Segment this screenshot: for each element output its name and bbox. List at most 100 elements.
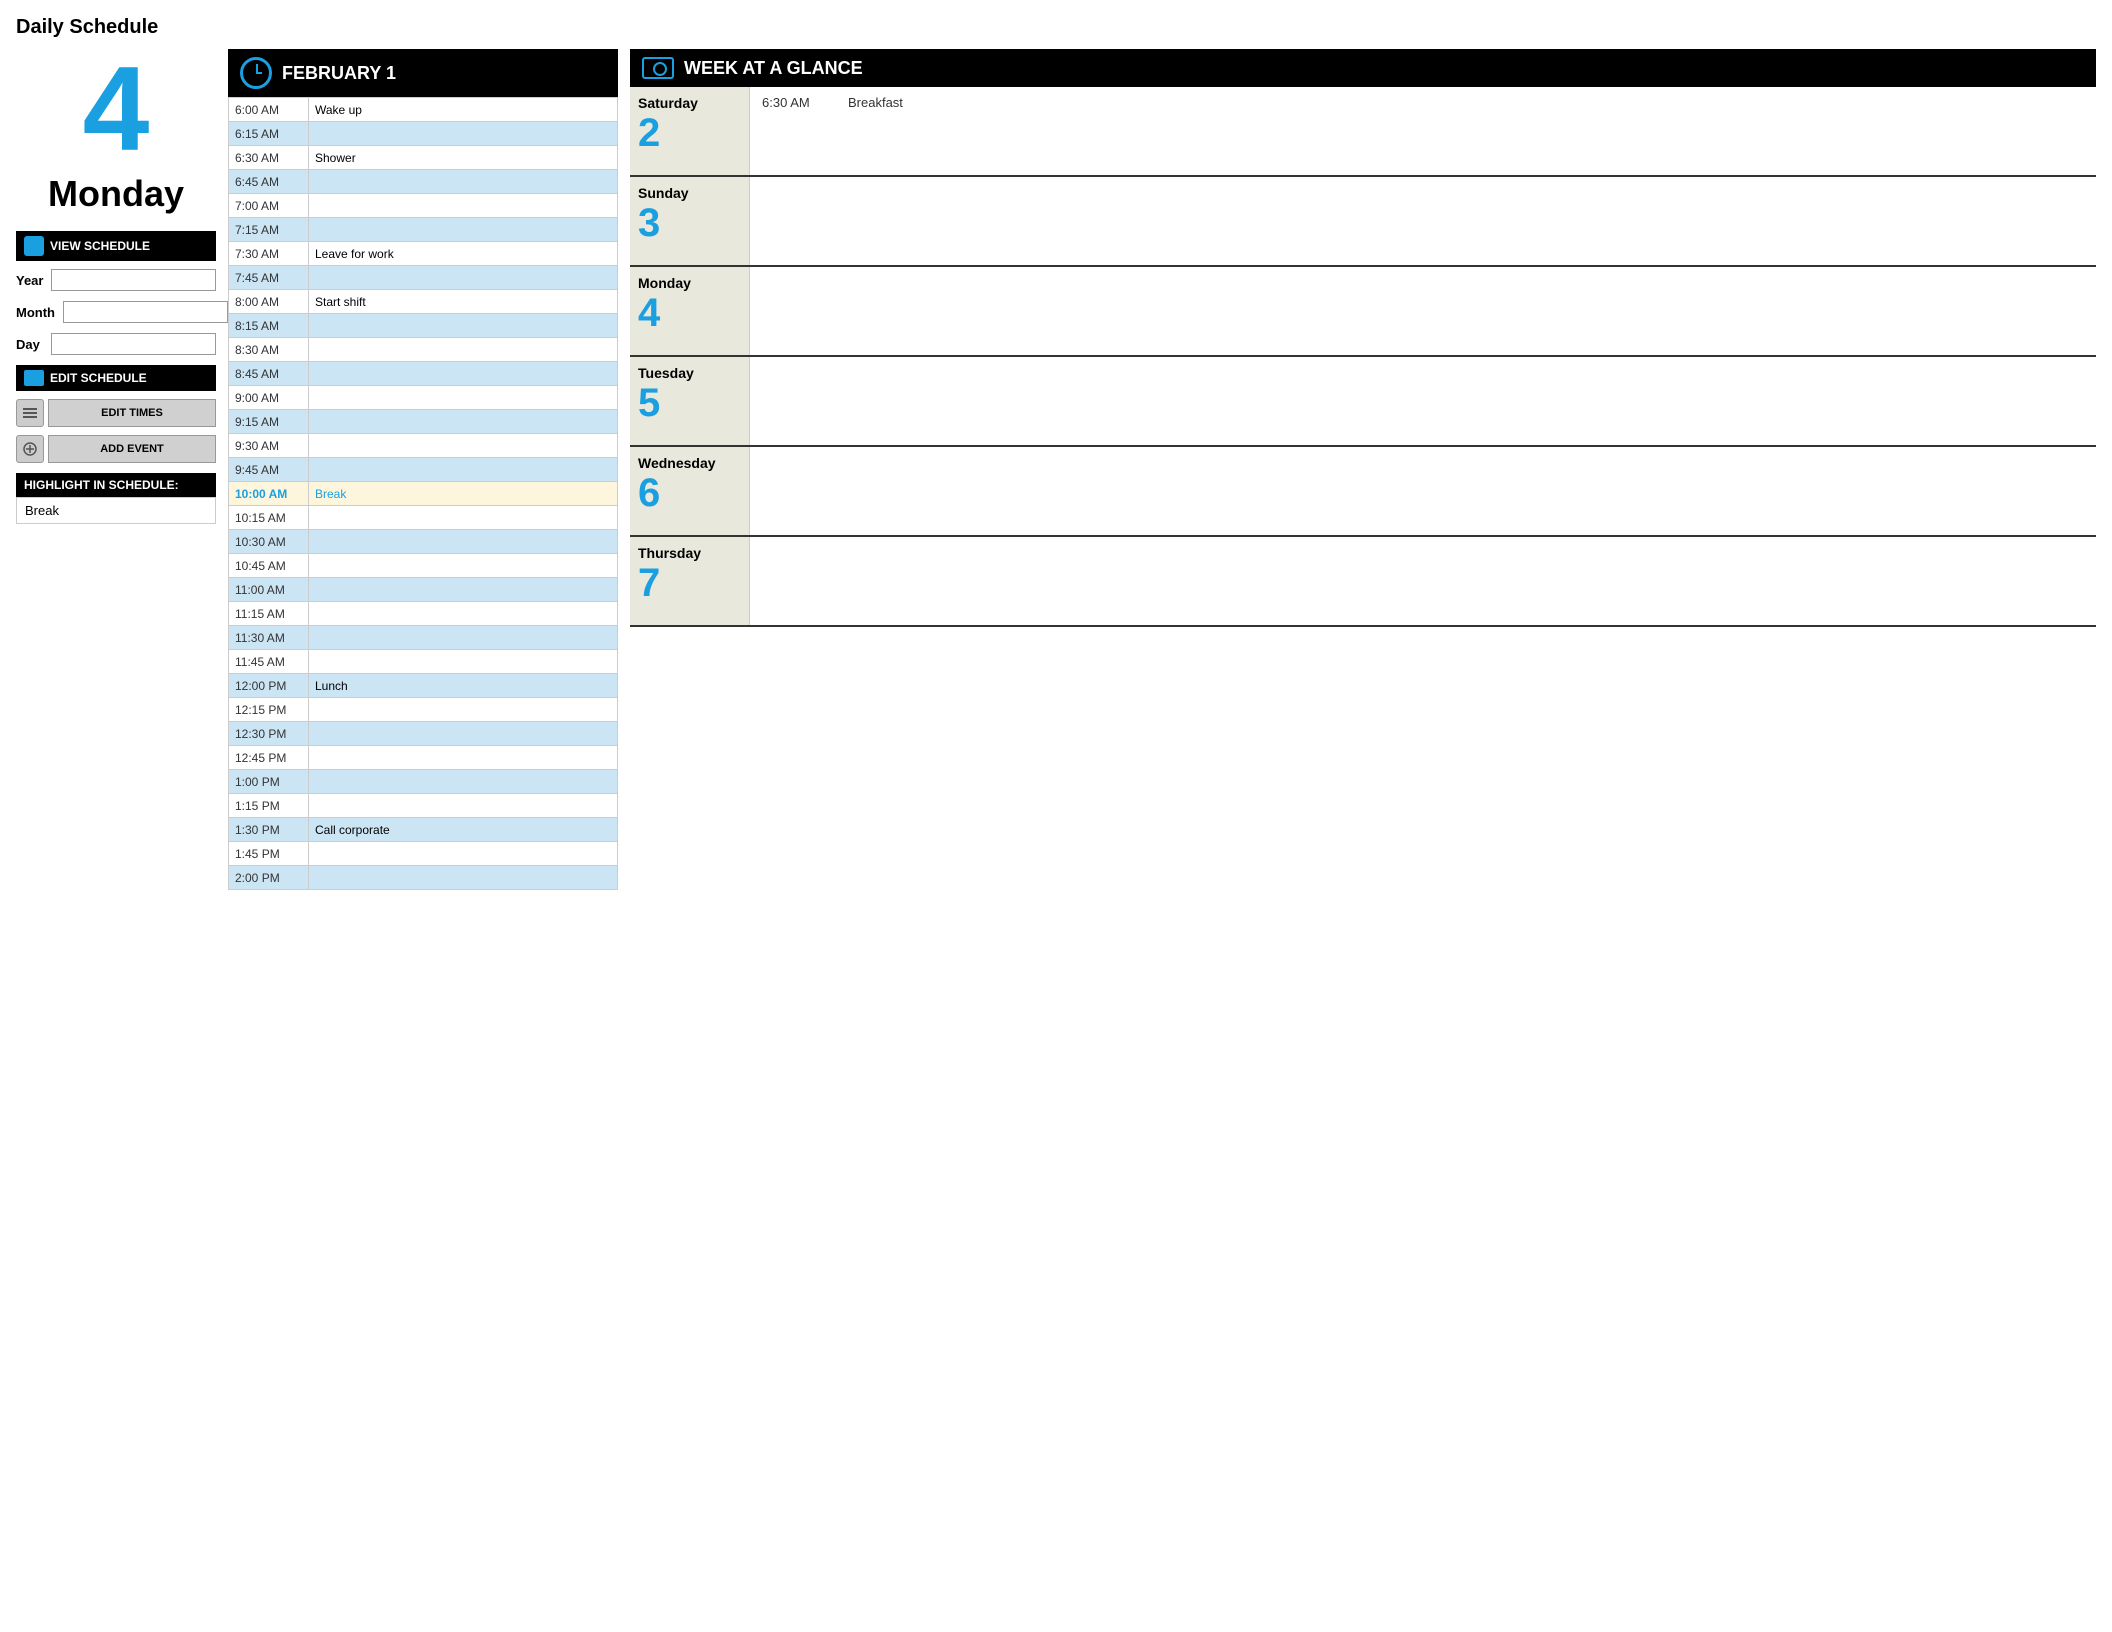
schedule-event <box>309 842 618 866</box>
schedule-row: 7:15 AM <box>229 218 618 242</box>
week-event-label: Breakfast <box>848 95 903 110</box>
schedule-time: 7:00 AM <box>229 194 309 218</box>
week-day-info: Sunday3 <box>630 177 750 265</box>
schedule-row: 1:45 PM <box>229 842 618 866</box>
schedule-header: FEBRUARY 1 <box>228 49 618 97</box>
edit-times-button[interactable]: EDIT TIMES <box>48 399 216 427</box>
schedule-row: 9:45 AM <box>229 458 618 482</box>
schedule-time: 10:30 AM <box>229 530 309 554</box>
schedule-time: 12:00 PM <box>229 674 309 698</box>
schedule-time: 12:30 PM <box>229 722 309 746</box>
schedule-row: 7:00 AM <box>229 194 618 218</box>
schedule-time: 12:15 PM <box>229 698 309 722</box>
schedule-time: 6:45 AM <box>229 170 309 194</box>
month-input[interactable] <box>63 301 228 323</box>
schedule-event <box>309 266 618 290</box>
week-day-name: Sunday <box>638 185 741 201</box>
year-input[interactable] <box>51 269 216 291</box>
schedule-row: 7:30 AMLeave for work <box>229 242 618 266</box>
schedule-event <box>309 722 618 746</box>
schedule-time: 6:15 AM <box>229 122 309 146</box>
schedule-event <box>309 434 618 458</box>
schedule-event: Shower <box>309 146 618 170</box>
clock-icon <box>240 57 272 89</box>
week-day-info: Tuesday5 <box>630 357 750 445</box>
schedule-time: 8:45 AM <box>229 362 309 386</box>
week-day-row: Tuesday5 <box>630 357 2096 447</box>
schedule-event: Wake up <box>309 98 618 122</box>
schedule-time: 8:15 AM <box>229 314 309 338</box>
schedule-time: 11:45 AM <box>229 650 309 674</box>
schedule-event <box>309 314 618 338</box>
schedule-time: 9:45 AM <box>229 458 309 482</box>
schedule-row: 11:15 AM <box>229 602 618 626</box>
highlight-header: HIGHLIGHT IN SCHEDULE: <box>16 473 216 497</box>
schedule-row: 9:30 AM <box>229 434 618 458</box>
edit-schedule-header: EDIT SCHEDULE <box>16 365 216 391</box>
schedule-event: Lunch <box>309 674 618 698</box>
page-title: Daily Schedule <box>16 16 2096 39</box>
week-day-row: Sunday3 <box>630 177 2096 267</box>
day-input-label: Day <box>16 337 43 352</box>
schedule-row: 12:45 PM <box>229 746 618 770</box>
week-day-number: 5 <box>638 381 741 425</box>
schedule-event <box>309 362 618 386</box>
schedule-event <box>309 602 618 626</box>
week-day-name: Thursday <box>638 545 741 561</box>
schedule-row: 8:15 AM <box>229 314 618 338</box>
schedule-event <box>309 746 618 770</box>
schedule-row: 8:00 AMStart shift <box>229 290 618 314</box>
week-day-name: Saturday <box>638 95 741 111</box>
week-day-number: 6 <box>638 471 741 515</box>
week-day-number: 3 <box>638 201 741 245</box>
month-label: Month <box>16 305 55 320</box>
schedule-row: 2:00 PM <box>229 866 618 890</box>
week-section: WEEK AT A GLANCE Saturday2 6:30 AM Breakfa… <box>630 49 2096 627</box>
week-day-number: 4 <box>638 291 741 335</box>
view-schedule-header: VIEW SCHEDULE <box>16 231 216 261</box>
day-input[interactable] <box>51 333 216 355</box>
schedule-event: Call corporate <box>309 818 618 842</box>
week-day-row: Wednesday6 <box>630 447 2096 537</box>
schedule-event <box>309 578 618 602</box>
schedule-row: 12:30 PM <box>229 722 618 746</box>
schedule-row: 11:30 AM <box>229 626 618 650</box>
briefcase-icon <box>24 370 44 386</box>
schedule-time: 1:30 PM <box>229 818 309 842</box>
week-day-info: Saturday2 <box>630 87 750 175</box>
schedule-row: 1:15 PM <box>229 794 618 818</box>
schedule-event <box>309 386 618 410</box>
schedule-event <box>309 794 618 818</box>
schedule-row: 8:30 AM <box>229 338 618 362</box>
schedule-row: 1:00 PM <box>229 770 618 794</box>
day-name: Monday <box>16 173 216 215</box>
schedule-time: 1:00 PM <box>229 770 309 794</box>
camera-icon <box>642 57 674 79</box>
week-day-info: Thursday7 <box>630 537 750 625</box>
schedule-time: 9:00 AM <box>229 386 309 410</box>
schedule-event <box>309 410 618 434</box>
add-event-row: ADD EVENT <box>16 435 216 463</box>
week-day-name: Tuesday <box>638 365 741 381</box>
schedule-time: 1:15 PM <box>229 794 309 818</box>
week-day-info: Wednesday6 <box>630 447 750 535</box>
week-day-number: 2 <box>638 111 741 155</box>
schedule-event <box>309 122 618 146</box>
schedule-time: 8:00 AM <box>229 290 309 314</box>
month-field-group: Month <box>16 301 216 323</box>
edit-times-icon <box>16 399 44 427</box>
schedule-event <box>309 218 618 242</box>
schedule-time: 11:15 AM <box>229 602 309 626</box>
week-day-number: 7 <box>638 561 741 605</box>
week-day-row: Monday4 <box>630 267 2096 357</box>
schedule-section: FEBRUARY 1 6:00 AMWake up6:15 AM6:30 AMS… <box>228 49 618 890</box>
week-event-time: 6:30 AM <box>762 95 832 110</box>
week-day-name: Wednesday <box>638 455 741 471</box>
schedule-row: 9:15 AM <box>229 410 618 434</box>
week-day-name: Monday <box>638 275 741 291</box>
schedule-time: 11:30 AM <box>229 626 309 650</box>
week-title: WEEK AT A GLANCE <box>684 58 863 79</box>
schedule-row: 10:15 AM <box>229 506 618 530</box>
add-event-button[interactable]: ADD EVENT <box>48 435 216 463</box>
schedule-row: 12:00 PMLunch <box>229 674 618 698</box>
